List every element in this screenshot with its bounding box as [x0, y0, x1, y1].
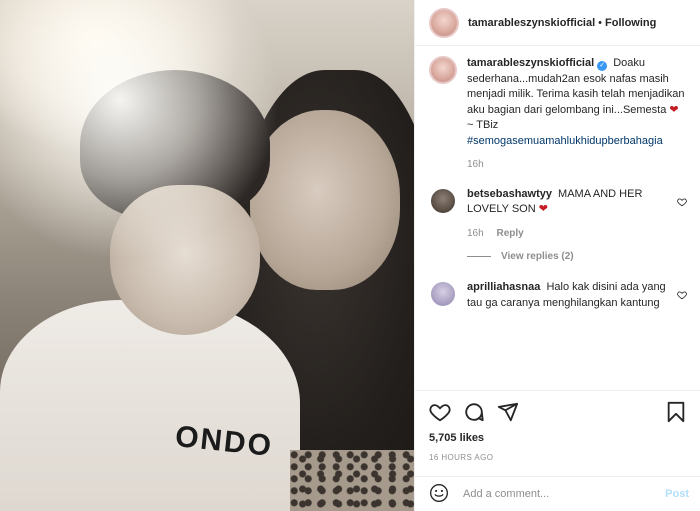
- author-avatar[interactable]: [429, 7, 459, 38]
- comment-meta: 16h Reply: [467, 226, 673, 242]
- following-button[interactable]: Following: [605, 17, 656, 29]
- heart-emoji: ❤: [538, 203, 548, 215]
- photo-shirt: [0, 300, 300, 511]
- action-icons: [429, 399, 687, 425]
- comment-username[interactable]: aprilliahasnaa: [467, 281, 540, 293]
- comment-icon[interactable]: [463, 401, 485, 423]
- heart-icon[interactable]: [429, 401, 451, 423]
- caption-username[interactable]: tamarableszynskiofficial: [467, 57, 594, 69]
- comments-list[interactable]: tamarableszynskiofficial ✓ Doaku sederhan…: [415, 56, 700, 386]
- replies-divider: [467, 256, 491, 257]
- post-header: tamarableszynskiofficial • Following: [415, 0, 700, 46]
- share-icon[interactable]: [497, 401, 519, 423]
- caption-body: tamarableszynskiofficial ✓ Doaku sederhan…: [467, 56, 687, 173]
- post-side-panel: tamarableszynskiofficial • Following tam…: [414, 0, 700, 511]
- bookmark-icon[interactable]: [665, 401, 687, 423]
- view-replies-label[interactable]: View replies (2): [501, 251, 574, 262]
- emoji-icon[interactable]: [429, 483, 449, 506]
- view-replies-button[interactable]: View replies (2): [467, 251, 687, 262]
- comment-username[interactable]: betsebashawtyy: [467, 188, 552, 200]
- caption-sign: ~ TBiz: [467, 119, 499, 131]
- reply-button[interactable]: Reply: [496, 228, 523, 239]
- comment-time[interactable]: 16h: [467, 228, 484, 239]
- caption-hashtag[interactable]: #semogasemuamahlukhidupberbahagia: [467, 135, 663, 147]
- photo-sun-glare: [0, 0, 280, 260]
- caption-avatar[interactable]: [429, 56, 457, 84]
- post-actions: 5,705 likes 16 HOURS AGO: [415, 390, 700, 462]
- photo-leopard-fabric: [290, 450, 414, 511]
- post-photo[interactable]: ONDO: [0, 0, 414, 511]
- likes-count[interactable]: 5,705 likes: [429, 432, 687, 444]
- commenter-avatar[interactable]: [429, 186, 457, 215]
- comment-item: betsebashawtyy MAMA AND HER LOVELY SON ❤…: [429, 186, 687, 242]
- heart-icon[interactable]: [673, 187, 687, 242]
- comment-body: betsebashawtyy MAMA AND HER LOVELY SON ❤…: [467, 187, 673, 242]
- caption-time[interactable]: 16h: [467, 159, 484, 170]
- post-button[interactable]: Post: [665, 488, 689, 500]
- header-dot: •: [598, 16, 603, 29]
- verified-icon: ✓: [597, 61, 608, 71]
- heart-emoji: ❤: [669, 103, 679, 116]
- author-username[interactable]: tamarableszynskiofficial: [468, 17, 595, 29]
- comment-input[interactable]: [463, 488, 666, 500]
- caption: tamarableszynskiofficial ✓ Doaku sederhan…: [429, 56, 687, 173]
- comment-body: aprilliahasnaa Halo kak disini ada yang …: [467, 280, 673, 311]
- caption-meta: 16h: [467, 157, 687, 173]
- comment-composer: Post: [415, 476, 700, 511]
- comment-item: aprilliahasnaa Halo kak disini ada yang …: [429, 280, 687, 311]
- post-timestamp[interactable]: 16 HOURS AGO: [429, 453, 687, 462]
- heart-icon[interactable]: [673, 280, 687, 311]
- commenter-avatar[interactable]: [429, 280, 457, 308]
